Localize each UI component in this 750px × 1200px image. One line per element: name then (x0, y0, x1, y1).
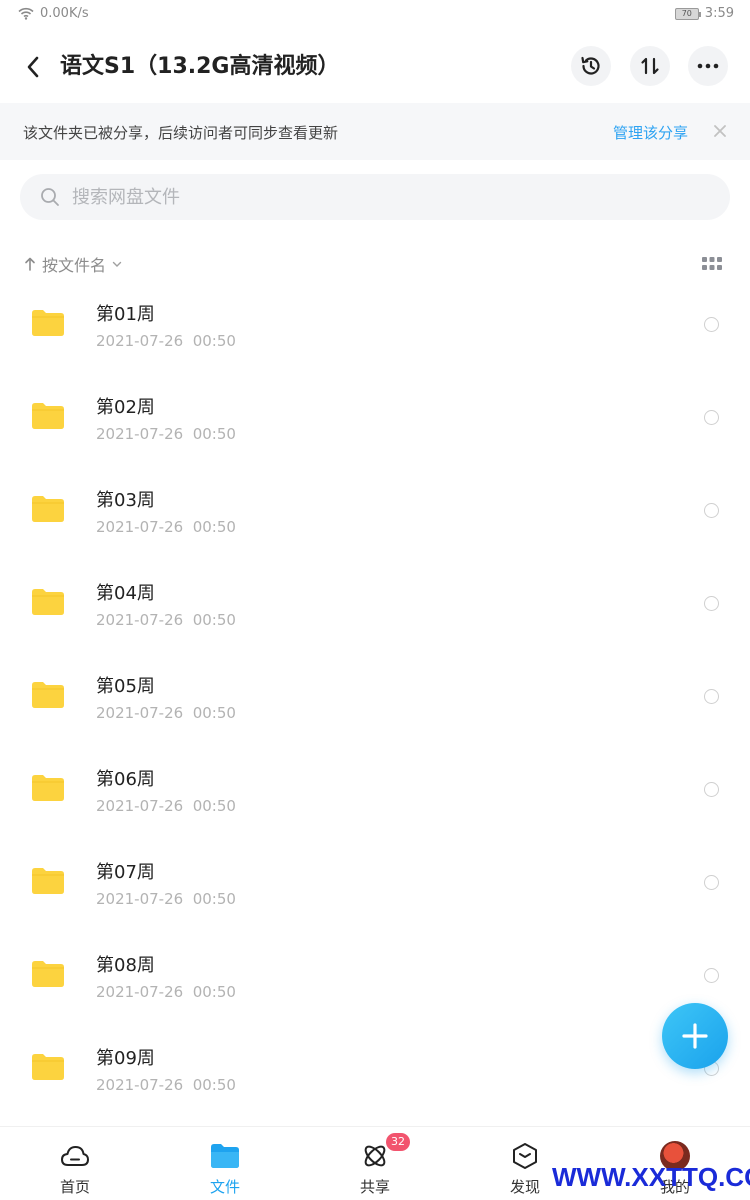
file-list-item[interactable]: 第04周 2021-07-26 00:50 (0, 559, 750, 652)
file-date: 2021-07-26 00:50 (96, 797, 236, 815)
back-arrow-icon (27, 56, 39, 78)
file-date: 2021-07-26 00:50 (96, 704, 236, 722)
more-dots-icon (697, 63, 719, 69)
select-radio[interactable] (704, 968, 719, 983)
sort-arrow-up-icon (25, 257, 35, 271)
transfer-sort-button[interactable] (630, 46, 670, 86)
sort-by-name-control[interactable]: 按文件名 (24, 252, 122, 276)
select-radio[interactable] (704, 875, 719, 890)
file-date: 2021-07-26 00:50 (96, 332, 236, 350)
folder-icon (210, 1141, 240, 1171)
grid-view-icon[interactable] (702, 257, 722, 271)
file-list-item[interactable]: 第08周 2021-07-26 00:50 (0, 931, 750, 1024)
file-date: 2021-07-26 00:50 (96, 518, 236, 536)
select-radio[interactable] (704, 782, 719, 797)
file-list-item[interactable]: 第05周 2021-07-26 00:50 (0, 652, 750, 745)
close-notice-button[interactable] (710, 121, 730, 141)
history-icon (581, 56, 600, 75)
status-left: 0.00K/s (18, 6, 89, 21)
file-name: 第04周 (96, 583, 155, 604)
select-radio[interactable] (704, 503, 719, 518)
select-radio[interactable] (704, 596, 719, 611)
search-icon (41, 188, 59, 206)
file-list-item[interactable]: 第07周 2021-07-26 00:50 (0, 838, 750, 931)
share-notice-text: 该文件夹已被分享，后续访问者可同步查看更新 (23, 124, 339, 142)
select-radio[interactable] (704, 410, 719, 425)
file-date: 2021-07-26 00:50 (96, 611, 236, 629)
folder-icon (32, 403, 64, 429)
watermark: WWW.XXTTQ.COM (552, 1162, 750, 1192)
nav-label: 共享 (359, 1178, 390, 1196)
file-date: 2021-07-26 00:50 (96, 983, 236, 1001)
file-name: 第02周 (96, 397, 155, 418)
file-list-item[interactable]: 第01周 2021-07-26 00:50 (0, 280, 750, 373)
cube-icon (510, 1141, 540, 1171)
folder-icon (32, 682, 64, 708)
select-radio[interactable] (704, 317, 719, 332)
nav-item-home[interactable]: 首页 (0, 1127, 150, 1200)
file-name: 第07周 (96, 862, 155, 883)
file-name: 第08周 (96, 955, 155, 976)
plus-icon (682, 1023, 708, 1049)
nav-item-share[interactable]: 32 共享 (300, 1127, 450, 1200)
file-name: 第03周 (96, 490, 155, 511)
nav-item-files[interactable]: 文件 (150, 1127, 300, 1200)
file-list-item[interactable]: 第03周 2021-07-26 00:50 (0, 466, 750, 559)
file-list-item[interactable]: 第02周 2021-07-26 00:50 (0, 373, 750, 466)
file-name: 第09周 (96, 1048, 155, 1069)
file-date: 2021-07-26 00:50 (96, 890, 236, 908)
wifi-icon (18, 7, 34, 20)
nav-label: 文件 (209, 1178, 240, 1196)
share-notice-banner: 该文件夹已被分享，后续访问者可同步查看更新 管理该分享 (0, 103, 750, 160)
status-time: 3:59 (704, 6, 734, 21)
file-name: 第06周 (96, 769, 155, 790)
search-bar (20, 174, 730, 220)
file-name: 第05周 (96, 676, 155, 697)
file-date: 2021-07-26 00:50 (96, 1076, 236, 1094)
folder-icon (32, 775, 64, 801)
status-right: 70 3:59 (674, 6, 734, 21)
folder-icon (32, 1054, 64, 1080)
back-button[interactable] (18, 52, 48, 82)
cloud-icon (60, 1141, 90, 1171)
share-count-badge: 32 (386, 1133, 410, 1151)
folder-icon (32, 589, 64, 615)
close-icon (714, 125, 726, 137)
folder-icon (32, 868, 64, 894)
status-bar: 0.00K/s 70 3:59 (0, 0, 750, 30)
folder-icon (32, 310, 64, 336)
select-radio[interactable] (704, 689, 719, 704)
add-button[interactable] (662, 1003, 728, 1069)
file-name: 第01周 (96, 304, 155, 325)
manage-share-link[interactable]: 管理该分享 (613, 122, 688, 143)
file-list-item[interactable]: 第09周 2021-07-26 00:50 (0, 1024, 750, 1117)
page-title: 语文S1（13.2G高清视频） (60, 54, 340, 79)
file-date: 2021-07-26 00:50 (96, 425, 236, 443)
history-button[interactable] (571, 46, 611, 86)
more-button[interactable] (688, 46, 728, 86)
folder-icon (32, 496, 64, 522)
battery-icon: 70 (674, 7, 701, 20)
up-down-arrows-icon (641, 57, 659, 75)
file-list: 第01周 2021-07-26 00:50 第02周 2021-07-26 00… (0, 280, 750, 1117)
network-speed: 0.00K/s (40, 6, 89, 21)
nav-label: 首页 (59, 1178, 90, 1196)
folder-icon (32, 961, 64, 987)
file-list-item[interactable]: 第06周 2021-07-26 00:50 (0, 745, 750, 838)
header: 语文S1（13.2G高清视频） (0, 40, 750, 96)
search-input[interactable] (72, 174, 692, 220)
chevron-down-icon (112, 261, 122, 267)
sort-label: 按文件名 (42, 256, 107, 275)
share-orbit-icon (360, 1141, 390, 1171)
